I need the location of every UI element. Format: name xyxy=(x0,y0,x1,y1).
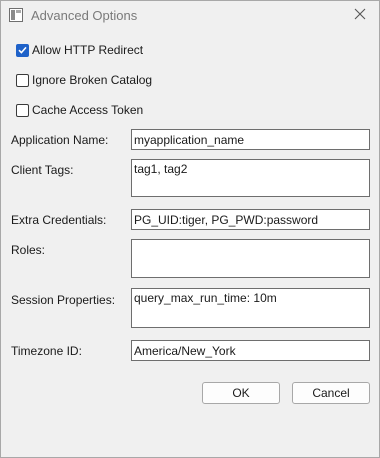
ignore-broken-catalog-label: Ignore Broken Catalog xyxy=(32,73,153,87)
extra-credentials-input[interactable] xyxy=(131,209,370,230)
window-title: Advanced Options xyxy=(31,8,138,23)
ok-button[interactable]: OK xyxy=(202,382,280,404)
title-bar: Advanced Options xyxy=(1,1,379,31)
application-name-input[interactable] xyxy=(131,129,370,150)
session-properties-input[interactable]: query_max_run_time: 10m xyxy=(131,288,370,328)
app-window-icon xyxy=(9,8,23,22)
cache-access-token-label: Cache Access Token xyxy=(32,103,144,117)
close-button[interactable] xyxy=(347,4,373,26)
cache-access-token-checkbox[interactable] xyxy=(16,103,29,117)
option-allow-http-redirect[interactable]: Allow HTTP Redirect xyxy=(16,42,143,58)
client-tags-label: Client Tags: xyxy=(11,163,74,177)
roles-input[interactable] xyxy=(131,239,370,278)
extra-credentials-label: Extra Credentials: xyxy=(11,213,107,227)
session-properties-label: Session Properties: xyxy=(11,293,116,307)
allow-http-redirect-label: Allow HTTP Redirect xyxy=(32,43,144,57)
application-name-label: Application Name: xyxy=(11,133,109,147)
option-cache-access-token[interactable]: Cache Access Token xyxy=(16,102,143,118)
close-icon xyxy=(354,8,366,20)
advanced-options-dialog: Advanced Options Allow HTTP Redirect Ign… xyxy=(0,0,380,458)
timezone-id-input[interactable] xyxy=(131,340,370,361)
checkmark-icon xyxy=(18,46,27,54)
option-ignore-broken-catalog[interactable]: Ignore Broken Catalog xyxy=(16,72,152,88)
roles-label: Roles: xyxy=(11,243,46,257)
timezone-id-label: Timezone ID: xyxy=(11,344,82,358)
allow-http-redirect-checkbox[interactable] xyxy=(16,43,29,57)
client-tags-input[interactable]: tag1, tag2 xyxy=(131,159,370,197)
ignore-broken-catalog-checkbox[interactable] xyxy=(16,73,29,87)
cancel-button[interactable]: Cancel xyxy=(292,382,370,404)
